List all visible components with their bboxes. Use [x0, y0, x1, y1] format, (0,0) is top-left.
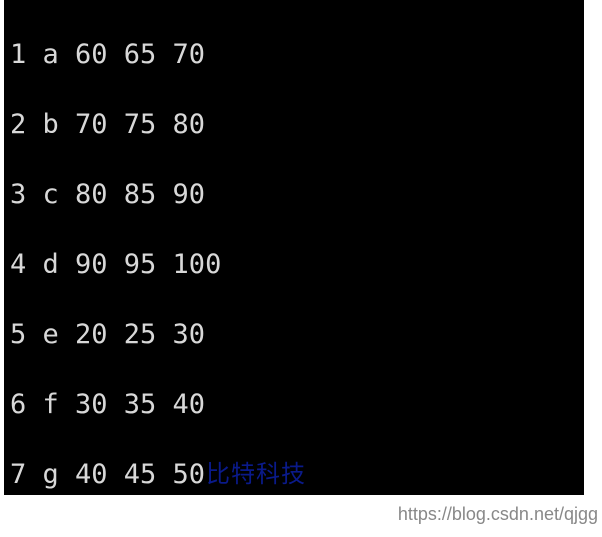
row-text: 1 a 60 65 70 — [10, 39, 205, 70]
row-text: 5 e 20 25 30 — [10, 319, 205, 350]
data-row: 6 f 30 35 40 — [10, 387, 578, 422]
data-row: 3 c 80 85 90 — [10, 177, 578, 212]
data-row: 7 g 40 45 50比特科技 — [10, 457, 578, 492]
row-text: 6 f 30 35 40 — [10, 389, 205, 420]
data-row: 5 e 20 25 30 — [10, 317, 578, 352]
watermark-text: 比特科技 — [206, 457, 306, 492]
data-row: 4 d 90 95 100 — [10, 247, 578, 282]
data-row: 2 b 70 75 80 — [10, 107, 578, 142]
footer-url: https://blog.csdn.net/qjgg — [398, 504, 598, 525]
row-text: 2 b 70 75 80 — [10, 109, 205, 140]
row-text: 3 c 80 85 90 — [10, 179, 205, 210]
console-window[interactable]: 1 a 60 65 70 2 b 70 75 80 3 c 80 85 90 4… — [4, 0, 584, 495]
data-row: 1 a 60 65 70 — [10, 37, 578, 72]
row-text: 4 d 90 95 100 — [10, 249, 221, 280]
row-text: 7 g 40 45 50 — [10, 459, 205, 490]
